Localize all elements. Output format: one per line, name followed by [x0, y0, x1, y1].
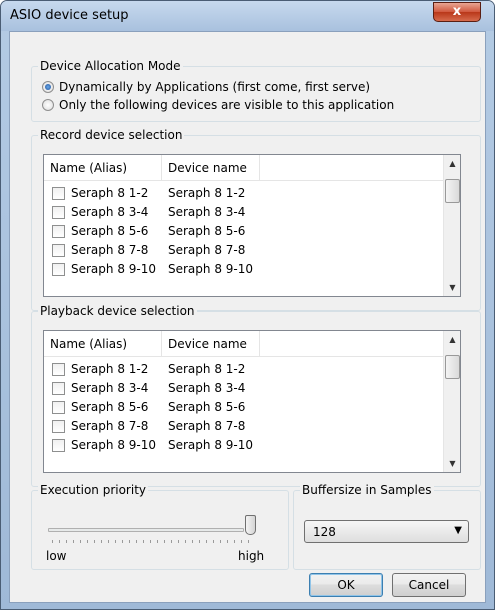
playback-device: Seraph 8 1-2: [168, 362, 246, 376]
playback-scrollbar[interactable]: ▲ ▼: [443, 331, 460, 472]
window-title: ASIO device setup: [10, 8, 129, 23]
close-icon: x: [452, 4, 462, 19]
priority-low-label: low: [46, 549, 67, 563]
allocation-mode-legend: Device Allocation Mode: [38, 59, 183, 73]
record-device: Seraph 8 9-10: [168, 262, 254, 276]
record-col-device[interactable]: Device name: [162, 155, 260, 181]
record-device: Seraph 8 3-4: [168, 205, 246, 219]
playback-alias: Seraph 8 9-10: [71, 438, 157, 452]
radio-visible-only-indicator[interactable]: [42, 99, 54, 111]
playback-checkbox[interactable]: [52, 420, 65, 433]
radio-visible-only-label: Only the following devices are visible t…: [59, 98, 395, 112]
priority-slider-thumb[interactable]: [245, 515, 256, 535]
record-alias: Seraph 8 7-8: [71, 243, 149, 257]
execution-priority-legend: Execution priority: [38, 483, 149, 497]
scroll-up-arrow-icon[interactable]: ▲: [444, 331, 461, 348]
list-item[interactable]: Seraph 8 9-10 Seraph 8 9-10: [44, 436, 444, 455]
playback-device: Seraph 8 9-10: [168, 438, 254, 452]
playback-device-group: Playback device selection Name (Alias) D…: [31, 304, 481, 487]
buffersize-legend: Buffersize in Samples: [300, 483, 434, 497]
buffersize-value: 128: [313, 525, 336, 539]
cancel-button[interactable]: Cancel: [392, 573, 466, 597]
playback-col-alias[interactable]: Name (Alias): [44, 331, 162, 357]
playback-checkbox[interactable]: [52, 363, 65, 376]
list-item[interactable]: Seraph 8 5-6 Seraph 8 5-6: [44, 398, 444, 417]
list-item[interactable]: Seraph 8 9-10 Seraph 8 9-10: [44, 260, 444, 279]
scroll-up-arrow-icon[interactable]: ▲: [444, 155, 461, 172]
dialog-client-area: Device Allocation Mode Dynamically by Ap…: [9, 31, 486, 603]
ok-button[interactable]: OK: [309, 573, 383, 597]
playback-device: Seraph 8 3-4: [168, 381, 246, 395]
record-device-list[interactable]: Name (Alias) Device name Seraph 8 1-2 Se…: [43, 154, 461, 297]
execution-priority-group: Execution priority low high: [31, 483, 289, 570]
record-alias: Seraph 8 1-2: [71, 186, 149, 200]
record-device-legend: Record device selection: [38, 128, 185, 142]
record-device: Seraph 8 5-6: [168, 224, 246, 238]
radio-visible-only[interactable]: Only the following devices are visible t…: [42, 97, 394, 113]
list-item[interactable]: Seraph 8 3-4 Seraph 8 3-4: [44, 203, 444, 222]
record-col-alias[interactable]: Name (Alias): [44, 155, 162, 181]
priority-slider-ticks: [52, 540, 250, 543]
radio-dynamic-label: Dynamically by Applications (first come,…: [59, 80, 371, 94]
playback-alias: Seraph 8 3-4: [71, 381, 149, 395]
playback-col-device[interactable]: Device name: [162, 331, 260, 357]
record-alias: Seraph 8 3-4: [71, 205, 149, 219]
list-item[interactable]: Seraph 8 1-2 Seraph 8 1-2: [44, 360, 444, 379]
record-alias: Seraph 8 9-10: [71, 262, 157, 276]
playback-list-header: Name (Alias) Device name: [44, 331, 460, 357]
playback-alias: Seraph 8 7-8: [71, 419, 149, 433]
record-checkbox[interactable]: [52, 206, 65, 219]
priority-high-label: high: [238, 549, 265, 563]
scrollbar-thumb[interactable]: [445, 355, 460, 379]
scrollbar-thumb[interactable]: [445, 179, 460, 203]
radio-dynamic-indicator[interactable]: [42, 81, 54, 93]
playback-device-legend: Playback device selection: [38, 304, 197, 318]
record-checkbox[interactable]: [52, 263, 65, 276]
playback-device-list[interactable]: Name (Alias) Device name Seraph 8 1-2 Se…: [43, 330, 461, 473]
radio-dynamic[interactable]: Dynamically by Applications (first come,…: [42, 79, 370, 95]
playback-alias: Seraph 8 5-6: [71, 400, 149, 414]
buffersize-select[interactable]: 128 ▼: [304, 520, 469, 543]
record-device-group: Record device selection Name (Alias) Dev…: [31, 128, 481, 311]
list-item[interactable]: Seraph 8 7-8 Seraph 8 7-8: [44, 417, 444, 436]
title-bar[interactable]: ASIO device setup x: [1, 1, 494, 31]
record-scrollbar[interactable]: ▲ ▼: [443, 155, 460, 296]
allocation-mode-group: Device Allocation Mode Dynamically by Ap…: [31, 59, 481, 122]
chevron-down-icon: ▼: [454, 525, 462, 536]
list-item[interactable]: Seraph 8 7-8 Seraph 8 7-8: [44, 241, 444, 260]
record-checkbox[interactable]: [52, 244, 65, 257]
playback-device: Seraph 8 7-8: [168, 419, 246, 433]
playback-alias: Seraph 8 1-2: [71, 362, 149, 376]
list-item[interactable]: Seraph 8 5-6 Seraph 8 5-6: [44, 222, 444, 241]
playback-checkbox[interactable]: [52, 382, 65, 395]
record-checkbox[interactable]: [52, 187, 65, 200]
record-device: Seraph 8 1-2: [168, 186, 246, 200]
dialog-window: ASIO device setup x Device Allocation Mo…: [0, 0, 495, 610]
close-button[interactable]: x: [433, 2, 481, 22]
playback-device: Seraph 8 5-6: [168, 400, 246, 414]
priority-slider-track[interactable]: [48, 528, 244, 532]
record-list-header: Name (Alias) Device name: [44, 155, 460, 181]
record-checkbox[interactable]: [52, 225, 65, 238]
buffersize-group: Buffersize in Samples 128 ▼: [293, 483, 481, 570]
scroll-down-arrow-icon[interactable]: ▼: [444, 455, 461, 472]
playback-checkbox[interactable]: [52, 439, 65, 452]
scroll-down-arrow-icon[interactable]: ▼: [444, 279, 461, 296]
list-item[interactable]: Seraph 8 1-2 Seraph 8 1-2: [44, 184, 444, 203]
list-item[interactable]: Seraph 8 3-4 Seraph 8 3-4: [44, 379, 444, 398]
playback-checkbox[interactable]: [52, 401, 65, 414]
record-alias: Seraph 8 5-6: [71, 224, 149, 238]
record-device: Seraph 8 7-8: [168, 243, 246, 257]
